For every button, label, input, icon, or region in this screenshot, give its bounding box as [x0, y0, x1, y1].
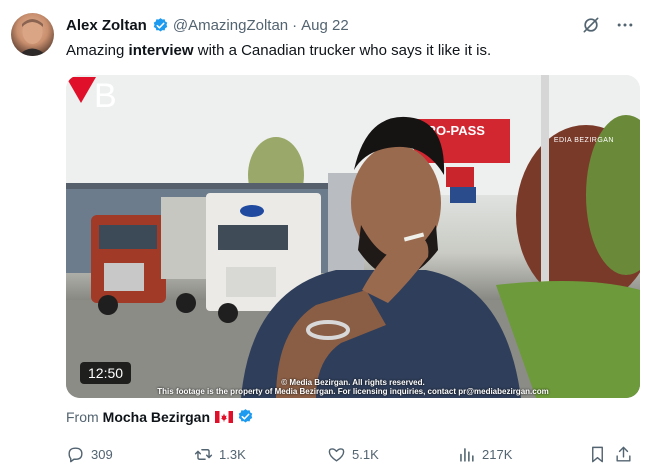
separator: ·	[292, 16, 298, 34]
like-count: 5.1K	[352, 446, 379, 462]
more-icon[interactable]	[615, 15, 635, 35]
canada-flag-icon	[215, 410, 234, 423]
watermark-letter: B	[94, 77, 117, 115]
video-source: From Mocha Bezirgan	[66, 408, 254, 425]
share-button[interactable]	[614, 440, 639, 468]
repost-count: 1.3K	[219, 446, 246, 462]
post-actions: 309 1.3K 5.1K 217K	[66, 440, 632, 468]
repost-icon	[194, 448, 213, 460]
video-credit: © Media Bezirgan. All rights reserved. T…	[66, 378, 640, 396]
post-text-part: Amazing	[66, 42, 129, 59]
share-icon	[616, 446, 631, 462]
post-header: Alex Zoltan @AmazingZoltan · Aug 22	[66, 14, 635, 36]
post-text-part: with a Canadian trucker who says it like…	[193, 42, 492, 59]
post-text: Amazing interview with a Canadian trucke…	[66, 41, 491, 61]
verified-badge-icon	[153, 17, 168, 32]
post-date[interactable]: Aug 22	[301, 17, 349, 34]
credit-line-2: This footage is the property of Media Be…	[157, 387, 549, 396]
video-frame: ERO-PASS	[66, 75, 640, 398]
reply-button[interactable]: 309	[66, 440, 113, 468]
from-label: From	[66, 408, 99, 425]
video-player[interactable]: ERO-PASS B EDIA BEZIRGAN 12:50 © Media B…	[66, 75, 640, 398]
author-name[interactable]: Alex Zoltan	[66, 17, 147, 34]
grok-icon[interactable]	[581, 15, 601, 35]
like-icon	[328, 447, 345, 462]
author-handle[interactable]: @AmazingZoltan	[173, 17, 288, 34]
post-text-bold: interview	[128, 42, 194, 59]
avatar[interactable]	[11, 13, 54, 56]
repost-button[interactable]: 1.3K	[194, 440, 246, 468]
views-icon	[460, 447, 474, 462]
reply-icon	[68, 446, 83, 462]
credit-line-1: © Media Bezirgan. All rights reserved.	[281, 378, 425, 387]
media-bezirgan-logo: B	[66, 77, 117, 115]
bookmark-button[interactable]	[588, 440, 613, 468]
watermark-name: EDIA BEZIRGAN	[553, 137, 614, 144]
bookmark-icon	[592, 446, 603, 462]
views-button[interactable]: 217K	[457, 440, 512, 468]
verified-badge-icon	[238, 409, 253, 423]
reply-count: 309	[91, 446, 113, 462]
views-count: 217K	[482, 446, 513, 462]
like-button[interactable]: 5.1K	[327, 440, 379, 468]
source-author[interactable]: Mocha Bezirgan	[103, 409, 210, 425]
